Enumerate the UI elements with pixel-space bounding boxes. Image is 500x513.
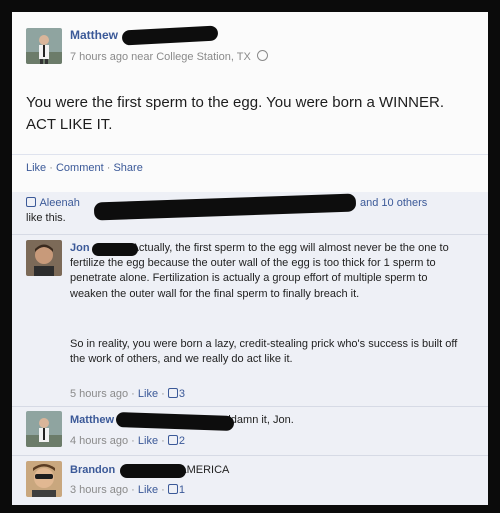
thumbs-up-icon: [167, 484, 178, 494]
comment-meta: 5 hours ago · Like · 3: [70, 388, 185, 400]
post-timestamp[interactable]: 7 hours ago near College Station, TX: [70, 50, 268, 63]
comment-time[interactable]: 3 hours ago: [70, 484, 128, 496]
likes-others-link[interactable]: and 10 others: [360, 196, 427, 211]
redacted-last-name: [120, 464, 186, 478]
comment-time[interactable]: 4 hours ago: [70, 435, 128, 447]
comment-text-paragraph-2: So in reality, you were born a lazy, cre…: [70, 338, 458, 366]
comment-like-link[interactable]: Like: [138, 388, 158, 400]
likes-suffix: like this.: [26, 212, 66, 224]
separator-dot: ·: [106, 162, 111, 174]
comment-like-count[interactable]: 1: [179, 484, 185, 496]
comment-text: AMERICA: [179, 464, 230, 476]
commenter-avatar[interactable]: [26, 461, 62, 497]
comment-meta: 4 hours ago · Like · 2: [70, 435, 185, 447]
divider: [12, 154, 488, 155]
thumbs-up-icon: [167, 388, 178, 398]
comment-like-link[interactable]: Like: [138, 484, 158, 496]
redacted-last-name: [92, 243, 138, 256]
commenter-avatar[interactable]: [26, 411, 62, 447]
commenter-name[interactable]: Jon: [70, 242, 90, 254]
facebook-post-card: Matthew 7 hours ago near College Station…: [12, 12, 488, 505]
commenter-name[interactable]: Brandon: [70, 464, 115, 476]
share-link[interactable]: Share: [113, 162, 142, 174]
divider: [12, 455, 488, 456]
post-text: You were the first sperm to the egg. You…: [26, 94, 444, 133]
comment-time[interactable]: 5 hours ago: [70, 388, 128, 400]
redacted-last-name: [121, 25, 219, 46]
post-author-name[interactable]: Matthew: [70, 28, 118, 42]
commenter-name[interactable]: Matthew: [70, 414, 114, 426]
comment-like-count[interactable]: 2: [179, 435, 185, 447]
like-link[interactable]: Like: [26, 162, 46, 174]
divider: [12, 406, 488, 407]
comment-like-count[interactable]: 3: [179, 388, 185, 400]
comment-link[interactable]: Comment: [56, 162, 104, 174]
comment-like-link[interactable]: Like: [138, 435, 158, 447]
liker-name[interactable]: Aleenah: [39, 197, 79, 209]
author-avatar[interactable]: [26, 28, 62, 64]
thumbs-up-icon: [26, 197, 36, 207]
globe-icon: [256, 50, 268, 61]
divider: [12, 234, 488, 235]
post-actions: Like · Comment · Share: [26, 162, 143, 174]
commenter-avatar[interactable]: [26, 240, 62, 276]
comment-meta: 3 hours ago · Like · 1: [70, 484, 185, 496]
separator-dot: ·: [49, 162, 53, 174]
thumbs-up-icon: [167, 435, 178, 445]
